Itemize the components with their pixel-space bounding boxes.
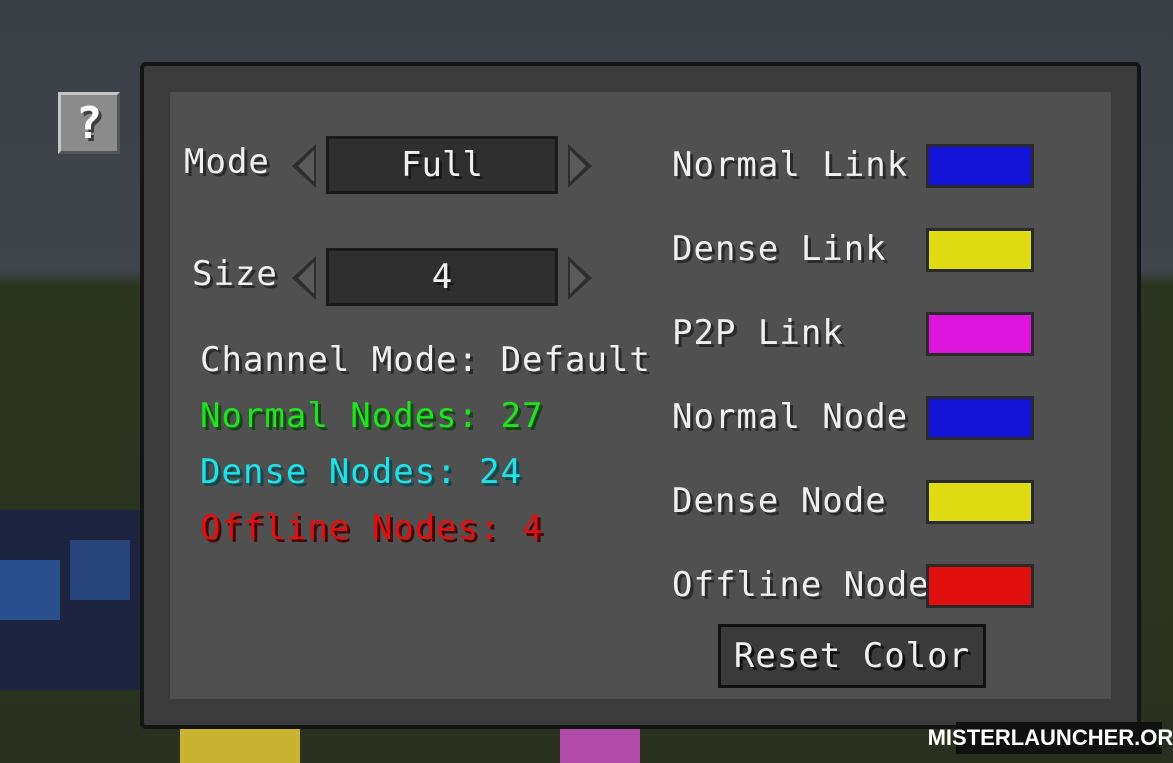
dense-link-color-swatch[interactable]: [926, 228, 1034, 272]
dense-nodes-text: Dense Nodes: 24: [200, 452, 523, 492]
normal-node-color-swatch[interactable]: [926, 396, 1034, 440]
offline-nodes-text: Offline Nodes: 4: [200, 508, 544, 548]
world-block: [560, 728, 640, 763]
p2p-link-color-swatch[interactable]: [926, 312, 1034, 356]
normal-node-label: Normal Node: [672, 397, 909, 437]
help-button[interactable]: ?: [58, 92, 120, 154]
size-selector[interactable]: 4: [326, 248, 558, 306]
watermark: MISTERLAUNCHER.ORG: [928, 722, 1173, 754]
size-prev-arrow-icon[interactable]: [292, 256, 316, 300]
size-next-arrow-icon[interactable]: [568, 256, 592, 300]
mode-prev-arrow-icon[interactable]: [292, 144, 316, 188]
reset-color-button[interactable]: Reset Color: [718, 624, 986, 688]
reset-color-label: Reset Color: [733, 636, 971, 676]
world-block: [0, 560, 60, 620]
size-label: Size: [192, 254, 278, 294]
dense-node-label: Dense Node: [672, 481, 887, 521]
normal-link-color-swatch[interactable]: [926, 144, 1034, 188]
offline-node-color-swatch[interactable]: [926, 564, 1034, 608]
dense-node-color-swatch[interactable]: [926, 480, 1034, 524]
help-button-label: ?: [75, 97, 103, 149]
normal-nodes-text: Normal Nodes: 27: [200, 396, 544, 436]
p2p-link-label: P2P Link: [672, 313, 844, 353]
offline-node-label: Offline Node: [672, 565, 930, 605]
mode-selector[interactable]: Full: [326, 136, 558, 194]
world-block: [180, 728, 300, 763]
world-block: [70, 540, 130, 600]
dense-link-label: Dense Link: [672, 229, 887, 269]
mode-next-arrow-icon[interactable]: [568, 144, 592, 188]
channel-mode-text: Channel Mode: Default: [200, 340, 651, 380]
normal-link-label: Normal Link: [672, 145, 909, 185]
mode-label: Mode: [184, 142, 270, 182]
